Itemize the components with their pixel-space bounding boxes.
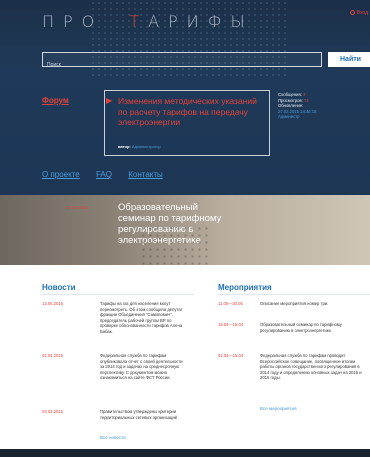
slider-date: 17.03.2015 [66,205,89,210]
forum-topic[interactable]: ▶ Изменения методических указаний по рас… [106,96,258,128]
forum-link[interactable]: Форум [42,96,69,105]
arrow-right-icon: ▶ [106,96,113,105]
last-post-author-link[interactable]: Администр [278,114,316,120]
news-date: 02.04.2015 [42,353,63,358]
nav-faq-link[interactable]: FAQ [96,170,112,179]
event-text: Образовательный семинар по тарифному рег… [260,322,342,333]
news-item[interactable]: 02.04.2015 Федеральная служба по тарифам… [42,353,194,387]
user-icon [349,10,355,16]
slider-pagination [204,257,222,265]
author-link[interactable]: Администратор [132,144,161,149]
updated-label: Обновление: [278,103,304,109]
event-text: Описание мероприятия номер три. [260,301,329,306]
views-count: 74 [304,97,309,103]
nav-contacts-link[interactable]: Контакты [128,170,163,179]
messages-count: 4 [303,92,306,97]
forum-topic-stats: Сообщения: 4 Просмотров: 74 Обновление: … [278,92,316,120]
main-nav: О проекте FAQ Контакты [42,170,177,179]
footer-bar [0,449,370,457]
logo-part-rest: АРИФЫ [148,12,254,31]
news-text: Федеральная служба по тарифам опубликова… [100,353,183,381]
event-dates: 02.04—15.04 [218,353,244,358]
slider-image [140,225,210,265]
news-text: Тарифы на газ для населения могут пересм… [100,301,183,334]
forum-topic-author: автор: Администратор [118,144,161,149]
news-item[interactable]: 03.03.2015 Правительством утверждены кри… [42,409,194,423]
login-link[interactable]: Вход [349,10,368,16]
nav-about-link[interactable]: О проекте [42,170,80,179]
event-dates: 11.05—30.05 [218,301,243,306]
search-button[interactable]: Найти [328,52,370,67]
hero-banner: ПРО ТАРИФЫ Вход Найти Форум ▶ Изменения м… [0,0,370,195]
author-label: автор: [118,144,131,149]
divider [218,294,370,295]
event-text: Федеральная служба по тарифам проводит В… [260,353,362,381]
news-date: 03.03.2015 [42,409,63,414]
news-heading[interactable]: Новости [42,283,76,292]
site-logo[interactable]: ПРО ТАРИФЫ [42,12,254,31]
events-heading[interactable]: Мероприятия [218,283,272,292]
event-item[interactable]: 15.04—15.04 Образовательный семинар по т… [218,322,370,342]
logo-part-pro: ПРО [42,12,104,31]
event-dates: 15.04—15.04 [218,322,244,327]
search-input[interactable] [43,58,321,72]
divider [42,294,194,295]
event-item[interactable]: 11.05—30.05 Описание мероприятия номер т… [218,301,370,309]
search-field-wrapper [42,52,322,72]
all-news-link[interactable]: Все новости [100,435,126,440]
logo-part-accent: Т [129,12,149,31]
forum-topic-title: Изменения методических указаний по расче… [118,96,257,127]
news-text: Правительством утверждены критерии терри… [100,409,177,420]
login-label: Вход [356,10,368,16]
event-item[interactable]: 02.04—15.04 Федеральная служба по тарифа… [218,353,370,393]
event-slider[interactable]: 17.03.2015 Образовательный семинар по та… [0,195,370,265]
views-label: Просмотров: [278,97,303,103]
news-item[interactable]: 13.05.2015 Тарифы на газ для населения м… [42,301,194,335]
messages-label: Сообщения: [278,92,302,97]
news-date: 13.05.2015 [42,301,63,306]
all-events-link[interactable]: Все мероприятия [260,406,297,411]
